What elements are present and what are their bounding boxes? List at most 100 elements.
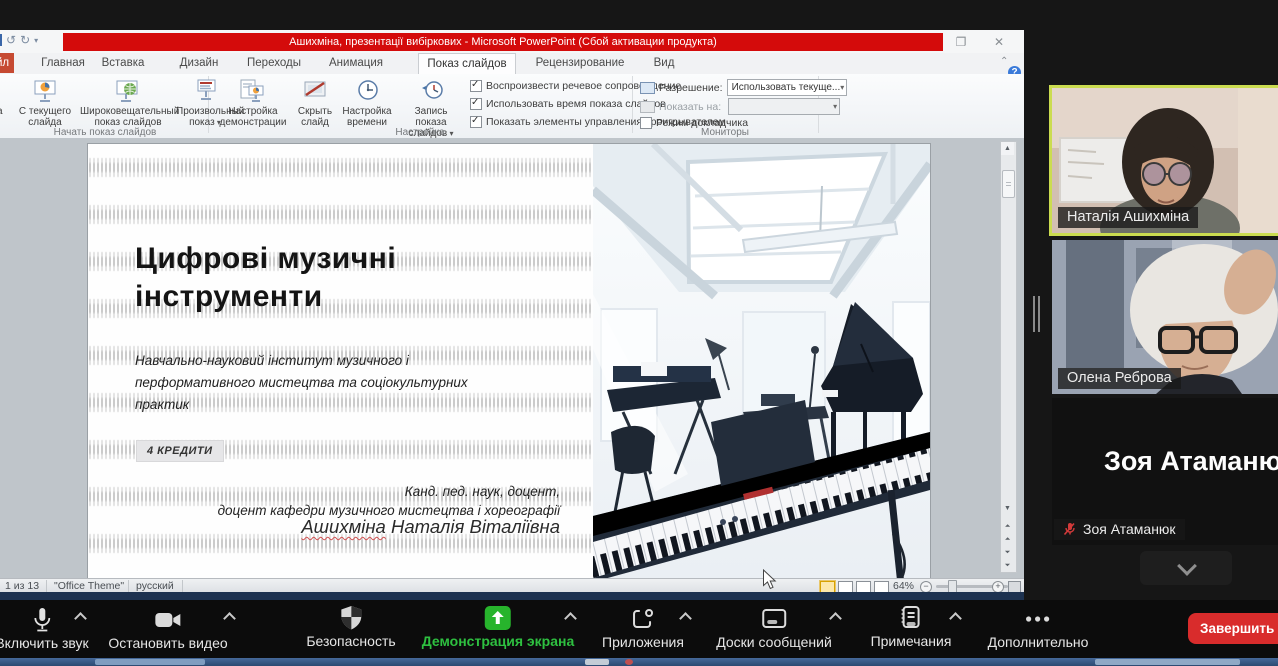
tab-transitions[interactable]: Переходы [244, 53, 304, 73]
group-label-setup: Настройка [345, 127, 495, 138]
whiteboard-icon [716, 605, 832, 633]
meeting-toolbar: Включить звук Остановить видео Безопасно… [0, 600, 1278, 658]
music-studio-illustration [593, 144, 930, 578]
group-label-start-slideshow: Начать показ слайдов [20, 127, 190, 138]
group-label-monitors: Мониторы [650, 127, 800, 138]
record-slideshow-button[interactable]: Запись показа слайдов [398, 76, 464, 134]
resolution-row: Разрешение: Использовать текуще...▾ [640, 79, 847, 96]
restore-window-button[interactable]: ❐ [948, 34, 974, 50]
broadcast-globe-icon [80, 76, 176, 104]
window-title: Ашихміна, презентації вибіркових - Micro… [63, 33, 943, 51]
ppt-status-bar: 1 из 13 "Office Theme" русский 64% − + [0, 578, 1024, 593]
mouse-cursor [762, 569, 777, 590]
slideshow-screen-icon [0, 76, 10, 104]
security-button[interactable]: Безопасность [306, 604, 395, 649]
slide-canvas[interactable]: Цифрові музичні інструменти Навчально-на… [88, 144, 930, 578]
tab-design[interactable]: Дизайн [176, 53, 222, 73]
more-dots-icon [988, 605, 1089, 633]
scrollbar-thumb[interactable] [1002, 170, 1015, 198]
close-window-button[interactable]: ✕ [986, 34, 1012, 50]
participant-video-2[interactable]: Олена Реброва [1052, 240, 1278, 394]
slide-subtitle: Навчально-науковий інститут музичного і … [135, 350, 525, 416]
tab-slideshow[interactable]: Показ слайдов [418, 53, 516, 74]
participant-name-label: Наталія Ашихміна [1058, 207, 1198, 228]
minimize-ribbon-icon[interactable]: ⌃ [1000, 56, 1008, 67]
monitor-icon [640, 82, 655, 94]
checkbox-use-timings[interactable]: Использовать время показа слайдов [470, 98, 666, 110]
participant-video-1[interactable]: Наталія Ашихміна [1049, 85, 1278, 236]
author-name: Ашихміна Наталія Віталіївна [188, 516, 560, 538]
mute-button[interactable]: Включить звук [0, 606, 89, 651]
broadcast-slideshow-button[interactable]: Широковещательный показ слайдов [80, 76, 176, 134]
checkbox-icon[interactable] [470, 80, 482, 92]
whiteboards-button[interactable]: Доски сообщений [716, 605, 832, 650]
slide-scrollbar[interactable]: ▲ ▼ ⏶⏶ ⏷⏷ [1000, 141, 1017, 573]
next-slide-icon[interactable]: ⏷⏷ [1001, 546, 1014, 559]
undo-icon[interactable]: ↺ [6, 33, 16, 47]
slideshow-ribbon: С начала С текущего слайда Широковещател… [0, 74, 1024, 139]
scroll-up-icon[interactable]: ▲ [1001, 142, 1014, 155]
tab-file[interactable]: Файл [0, 53, 14, 73]
slide-title: Цифрові музичні інструменти [135, 240, 565, 316]
dropdown-arrow-icon: ▾ [840, 80, 844, 95]
qat-dropdown-icon[interactable]: ▾ [34, 36, 38, 45]
redo-icon[interactable]: ↻ [20, 33, 30, 47]
save-icon[interactable] [0, 34, 2, 46]
slide-counter: 1 из 13 [5, 580, 39, 592]
apps-icon [602, 605, 684, 633]
language-indicator[interactable]: русский [136, 580, 174, 592]
participant-name-label: Олена Реброва [1058, 368, 1181, 389]
tab-home[interactable]: Главная [38, 53, 88, 73]
ppt-title-row: ↺ ↻ ▾ Ашихміна, презентації вибіркових -… [0, 30, 1024, 54]
show-on-select[interactable]: ▾ [728, 98, 840, 115]
setup-show-icon [214, 76, 292, 104]
slideshow-screen-icon [14, 76, 76, 104]
from-start-button[interactable]: С начала [0, 76, 10, 134]
notes-button[interactable]: Примечания [871, 604, 952, 649]
from-current-slide-button[interactable]: С текущего слайда [14, 76, 76, 134]
rehearse-timings-button[interactable]: Настройка времени [338, 76, 396, 134]
tab-view[interactable]: Вид [648, 53, 680, 73]
clock-icon [338, 76, 396, 104]
share-screen-icon [422, 604, 575, 632]
collapse-videos-button[interactable] [1140, 551, 1232, 585]
slide-workspace: Цифрові музичні інструменти Навчально-на… [0, 138, 1024, 578]
theme-name[interactable]: "Office Theme" [54, 580, 124, 592]
participant-video-3[interactable]: Зоя Атаманюк Зоя Атаманюк [1052, 398, 1278, 545]
presenter-taskbar-strip [0, 592, 1024, 600]
checkbox-icon[interactable] [470, 98, 482, 110]
notes-icon [871, 604, 952, 632]
credits-badge: 4 КРЕДИТИ [136, 440, 224, 462]
setup-slideshow-button[interactable]: Настройка демонстрации [214, 76, 292, 134]
ribbon-tab-bar: Файл Главная Вставка Дизайн Переходы Ани… [0, 53, 1024, 75]
participant-display-name: Зоя Атаманюк [1104, 446, 1278, 477]
apps-button[interactable]: Приложения [602, 605, 684, 650]
share-screen-button[interactable]: Демонстрация экрана [422, 604, 575, 649]
chevron-down-icon [1177, 556, 1197, 576]
record-clock-icon [398, 76, 464, 104]
taskbar-strip [0, 658, 1278, 666]
tab-review[interactable]: Рецензирование [528, 53, 632, 73]
tab-insert[interactable]: Вставка [98, 53, 148, 73]
hide-slide-icon [292, 76, 338, 104]
camera-icon [108, 606, 227, 634]
quick-access-toolbar[interactable]: ↺ ↻ ▾ [0, 33, 38, 47]
zoom-percentage[interactable]: 64% [893, 580, 914, 592]
show-on-row: Показать на: ▾ [640, 98, 840, 115]
powerpoint-window: ↺ ↻ ▾ Ашихміна, презентації вибіркових -… [0, 30, 1024, 600]
end-meeting-button[interactable]: Завершить [1188, 613, 1278, 644]
author-credentials: Канд. пед. наук, доцент, доцент кафедри … [188, 482, 560, 520]
scroll-down-icon[interactable]: ▼ [1001, 502, 1014, 515]
participant-name-label: Зоя Атаманюк [1054, 519, 1185, 540]
zoom-meeting-window: ↺ ↻ ▾ Ашихміна, презентації вибіркових -… [0, 0, 1278, 666]
more-button[interactable]: Дополнительно [988, 605, 1089, 650]
dropdown-arrow-icon: ▾ [833, 99, 837, 114]
hide-slide-button[interactable]: Скрыть слайд [292, 76, 338, 134]
panel-divider-handle[interactable] [1033, 296, 1040, 332]
resolution-select[interactable]: Использовать текуще...▾ [727, 79, 847, 96]
shield-icon [306, 604, 395, 632]
previous-slide-icon[interactable]: ⏶⏶ [1001, 520, 1014, 533]
stop-video-button[interactable]: Остановить видео [108, 606, 227, 651]
monitor-icon [640, 101, 655, 113]
tab-animations[interactable]: Анимация [326, 53, 386, 73]
